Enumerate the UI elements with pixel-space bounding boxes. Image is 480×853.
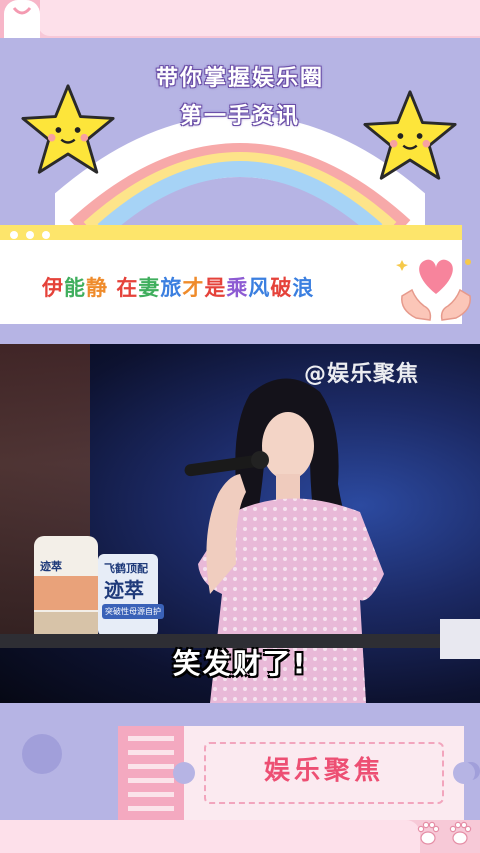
can-label: 迹萃 — [40, 560, 62, 573]
title-char: 风 — [248, 276, 271, 300]
title-char: 乘 — [226, 276, 249, 300]
decor-dot — [10, 231, 18, 239]
title-char: 旅 — [160, 276, 183, 300]
title-char: 破 — [270, 276, 293, 300]
top-decor-strip — [0, 0, 480, 40]
watermark: @娱乐聚焦 — [304, 362, 420, 387]
title-char: 是 — [204, 276, 227, 300]
hands-heart-icon — [396, 259, 471, 321]
promo-line-2: 迹萃 — [104, 578, 144, 602]
page: 带你掌握娱乐圈 第一手资讯 伊能静 在妻旅才是乘风破浪 @娱乐聚焦 迹萃 飞鹤顶… — [0, 0, 480, 853]
ticket-stripe — [128, 778, 174, 783]
decor-dot — [26, 231, 34, 239]
title-char: 在 — [116, 276, 139, 300]
title-char: 静 — [86, 276, 117, 300]
decor-circle — [22, 734, 62, 774]
title-char: 伊 — [42, 276, 64, 300]
title-char: 浪 — [292, 276, 315, 300]
ticket-stripe — [128, 764, 174, 769]
smiling-star-icon — [363, 90, 457, 180]
promo-card: 飞鹤顶配 迹萃 突破性母源自护 — [98, 554, 164, 636]
bottom-decor-strip — [0, 820, 480, 853]
video-title: 伊能静 在妻旅才是乘风破浪 — [42, 272, 314, 302]
footer-ticket: 娱乐聚焦 — [173, 726, 475, 820]
title-char: 才 — [182, 276, 205, 300]
smiling-star-icon — [21, 84, 115, 174]
top-decor-strip-inner — [38, 0, 480, 36]
footer-brand-text: 娱乐聚焦 — [263, 756, 384, 786]
ticket-stripe — [128, 750, 174, 755]
ticket-stripe — [128, 792, 174, 797]
bottom-decor-strip-inner — [0, 820, 420, 853]
title-char: 能 — [64, 276, 86, 300]
paw-prints-icon — [417, 821, 472, 845]
ticket-stripe — [128, 736, 174, 741]
promo-line-3: 突破性母源自护 — [102, 604, 164, 619]
video-player[interactable]: @娱乐聚焦 迹萃 飞鹤顶配 迹萃 突破性母源自护 笑发财了! — [0, 344, 480, 703]
video-subtitle: 笑发财了! — [172, 647, 308, 680]
title-char: 妻 — [138, 276, 161, 300]
ticket-stripe — [128, 806, 174, 811]
decor-dot — [42, 231, 50, 239]
